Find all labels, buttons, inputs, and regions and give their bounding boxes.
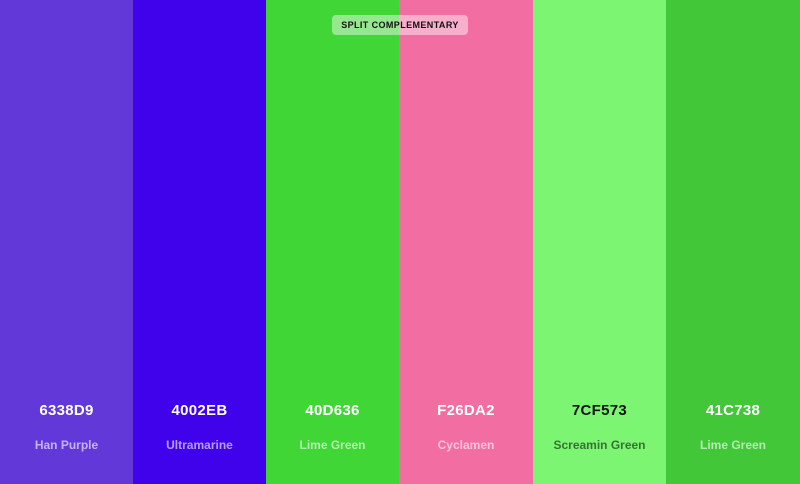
swatch-color-name: Screamin Green — [553, 438, 646, 452]
swatch-hex-code[interactable]: 40D636 — [266, 402, 399, 419]
color-swatch-2[interactable]: 4002EB Ultramarine — [133, 0, 266, 484]
swatch-hex-code[interactable]: F26DA2 — [399, 402, 533, 419]
swatch-color-name: Lime Green — [699, 438, 767, 452]
color-swatch-5[interactable]: 7CF573 Screamin Green — [533, 0, 666, 484]
color-palette: 6338D9 Han Purple 4002EB Ultramarine 40D… — [0, 0, 800, 484]
swatch-hex-code[interactable]: 41C738 — [666, 402, 800, 419]
swatch-hex-code[interactable]: 7CF573 — [533, 402, 666, 419]
swatch-color-name: Cyclamen — [437, 438, 495, 452]
scheme-type-badge: SPLIT COMPLEMENTARY — [332, 15, 468, 35]
color-swatch-4[interactable]: F26DA2 Cyclamen — [399, 0, 533, 484]
swatch-color-name: Han Purple — [34, 438, 99, 452]
swatch-color-name: Lime Green — [299, 438, 366, 452]
color-swatch-6[interactable]: 41C738 Lime Green — [666, 0, 800, 484]
color-swatch-1[interactable]: 6338D9 Han Purple — [0, 0, 133, 484]
swatch-color-name: Ultramarine — [166, 438, 233, 452]
color-swatch-3[interactable]: 40D636 Lime Green — [266, 0, 399, 484]
swatch-hex-code[interactable]: 6338D9 — [0, 402, 133, 419]
swatch-hex-code[interactable]: 4002EB — [133, 402, 266, 419]
